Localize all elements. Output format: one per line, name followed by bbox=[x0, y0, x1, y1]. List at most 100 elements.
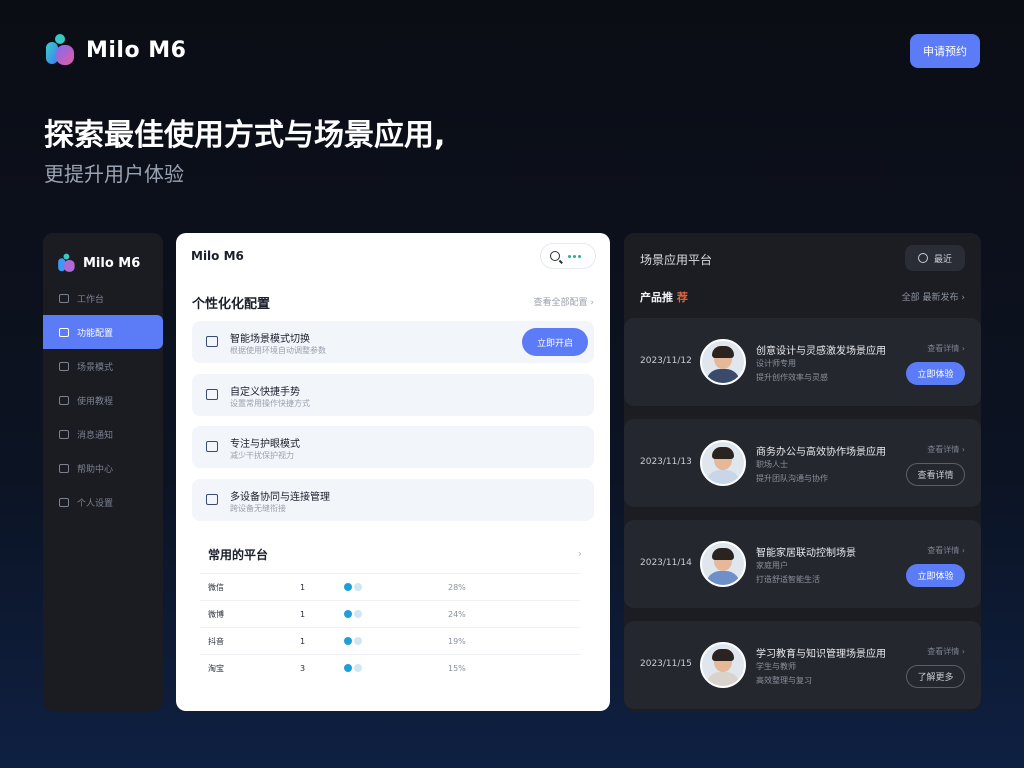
platform-share: 24% bbox=[448, 609, 466, 619]
recommend-links[interactable]: 全部 最新发布 › bbox=[902, 290, 965, 303]
card-desc: 提升创作效率与灵感 bbox=[756, 373, 828, 382]
avatar-hair bbox=[712, 447, 734, 459]
chevron-right-icon[interactable]: › bbox=[578, 547, 582, 560]
time-filter-button[interactable]: 最近 bbox=[905, 245, 965, 271]
view-all-config-link[interactable]: 查看全部配置 › bbox=[534, 295, 594, 308]
card-tag: 家庭用户 bbox=[756, 561, 788, 570]
card-desc: 打造舒适智能生活 bbox=[756, 575, 820, 584]
table-row[interactable]: 微信 1 28% bbox=[200, 573, 580, 600]
sidebar-menu: 工作台功能配置场景模式使用教程消息通知帮助中心个人设置 bbox=[43, 281, 163, 519]
card-detail-link[interactable]: 查看详情 › bbox=[927, 444, 965, 455]
sidebar: Milo M6 工作台功能配置场景模式使用教程消息通知帮助中心个人设置 bbox=[43, 233, 163, 711]
sidebar-item-label: 功能配置 bbox=[77, 328, 114, 339]
menu-icon bbox=[59, 429, 69, 439]
avatar bbox=[700, 642, 746, 688]
config-card[interactable]: 智能场景模式切换 根据使用环境自动调整参数 立即开启 bbox=[192, 321, 594, 363]
scene-card[interactable]: 2023/11/15 学习教育与知识管理场景应用 学生与教师 高效整理与复习 查看详情 … bbox=[624, 621, 981, 709]
status-dot-icon bbox=[354, 610, 362, 618]
avatar bbox=[700, 440, 746, 486]
more-icon[interactable] bbox=[568, 254, 582, 258]
config-icon bbox=[206, 389, 218, 400]
avatar-hair bbox=[712, 346, 734, 358]
avatar-hair bbox=[712, 649, 734, 661]
platform-share: 28% bbox=[448, 582, 466, 592]
table-row[interactable]: 淘宝 3 15% bbox=[200, 654, 580, 681]
platform-status-dots bbox=[344, 610, 448, 618]
status-dot-icon bbox=[354, 637, 362, 645]
platform-table: 微信 1 28% 微博 1 24% 抖音 1 19% 淘宝 3 15% bbox=[200, 573, 580, 681]
card-title: 学习教育与知识管理场景应用 bbox=[756, 649, 886, 660]
card-tag: 设计师专用 bbox=[756, 359, 796, 368]
status-dot-icon bbox=[354, 664, 362, 672]
config-icon bbox=[206, 494, 218, 505]
milo-logo-icon bbox=[58, 253, 75, 272]
avatar bbox=[700, 339, 746, 385]
sidebar-brand[interactable]: Milo M6 bbox=[43, 233, 163, 279]
card-action-button[interactable]: 了解更多 bbox=[906, 665, 965, 688]
card-title: 商务办公与高效协作场景应用 bbox=[756, 447, 886, 458]
sidebar-item[interactable]: 工作台 bbox=[43, 281, 163, 315]
enable-button[interactable]: 立即开启 bbox=[522, 328, 588, 356]
card-detail-link[interactable]: 查看详情 › bbox=[927, 646, 965, 657]
scene-card[interactable]: 2023/11/12 创意设计与灵感激发场景应用 设计师专用 提升创作效率与灵感 查看详… bbox=[624, 318, 981, 406]
card-detail-link[interactable]: 查看详情 › bbox=[927, 343, 965, 354]
card-action-button[interactable]: 查看详情 bbox=[906, 463, 965, 486]
config-desc: 减少干扰保护视力 bbox=[230, 451, 294, 460]
scene-card[interactable]: 2023/11/14 智能家居联动控制场景 家庭用户 打造舒适智能生活 查看详情 › 立即… bbox=[624, 520, 981, 608]
table-row[interactable]: 微博 1 24% bbox=[200, 600, 580, 627]
time-filter-label: 最近 bbox=[933, 253, 952, 264]
sidebar-item-label: 帮助中心 bbox=[77, 464, 114, 475]
card-detail-link[interactable]: 查看详情 › bbox=[927, 545, 965, 556]
card-tag: 职场人士 bbox=[756, 460, 788, 469]
table-row[interactable]: 抖音 1 19% bbox=[200, 627, 580, 654]
config-card[interactable]: 专注与护眼模式 减少干扰保护视力 bbox=[192, 426, 594, 468]
sidebar-item[interactable]: 场景模式 bbox=[43, 349, 163, 383]
config-title: 智能场景模式切换 bbox=[230, 334, 310, 345]
search-icon[interactable] bbox=[550, 251, 560, 261]
platform-name: 淘宝 bbox=[208, 663, 224, 673]
apply-button[interactable]: 申请预约 bbox=[910, 34, 980, 68]
menu-icon bbox=[59, 327, 69, 337]
config-desc: 设置常用操作快捷方式 bbox=[230, 399, 310, 408]
platform-count: 3 bbox=[300, 663, 306, 673]
config-desc: 跨设备无缝衔接 bbox=[230, 504, 286, 513]
sidebar-item[interactable]: 使用教程 bbox=[43, 383, 163, 417]
card-action-button[interactable]: 立即体验 bbox=[906, 362, 965, 385]
sidebar-item-label: 场景模式 bbox=[77, 362, 114, 373]
avatar-body bbox=[706, 369, 740, 383]
config-card[interactable]: 多设备协同与连接管理 跨设备无缝衔接 bbox=[192, 479, 594, 521]
milo-logo-icon bbox=[46, 34, 74, 65]
avatar-body bbox=[706, 470, 740, 484]
recommend-title: 产品推 荐 bbox=[640, 291, 688, 304]
platform-count: 1 bbox=[300, 609, 306, 619]
menu-icon bbox=[59, 463, 69, 473]
config-title: 专注与护眼模式 bbox=[230, 439, 300, 450]
platform-name: 微信 bbox=[208, 582, 224, 592]
sidebar-item[interactable]: 帮助中心 bbox=[43, 451, 163, 485]
config-title: 自定义快捷手势 bbox=[230, 387, 300, 398]
platform-name: 抖音 bbox=[208, 636, 224, 646]
menu-icon bbox=[59, 395, 69, 405]
sidebar-item[interactable]: 消息通知 bbox=[43, 417, 163, 451]
panel-tools[interactable] bbox=[540, 243, 596, 269]
brand-name: Milo M6 bbox=[86, 37, 187, 63]
sidebar-item[interactable]: 功能配置 bbox=[43, 315, 163, 349]
status-dot-icon bbox=[344, 664, 352, 672]
sidebar-item[interactable]: 个人设置 bbox=[43, 485, 163, 519]
platform-count: 1 bbox=[300, 582, 306, 592]
platform-name: 微博 bbox=[208, 609, 224, 619]
platform-share: 15% bbox=[448, 663, 466, 673]
card-desc: 高效整理与复习 bbox=[756, 676, 812, 685]
avatar-body bbox=[706, 571, 740, 585]
card-desc: 提升团队沟通与协作 bbox=[756, 474, 828, 483]
scene-panel-title: 场景应用平台 bbox=[640, 253, 713, 267]
scene-card[interactable]: 2023/11/13 商务办公与高效协作场景应用 职场人士 提升团队沟通与协作 查看详情… bbox=[624, 419, 981, 507]
sidebar-item-label: 个人设置 bbox=[77, 498, 114, 509]
sidebar-item-label: 使用教程 bbox=[77, 396, 114, 407]
sidebar-brand-name: Milo M6 bbox=[83, 255, 141, 271]
avatar-hair bbox=[712, 548, 734, 560]
config-card[interactable]: 自定义快捷手势 设置常用操作快捷方式 bbox=[192, 374, 594, 416]
brand[interactable]: Milo M6 bbox=[44, 32, 186, 68]
platform-status-dots bbox=[344, 637, 448, 645]
card-action-button[interactable]: 立即体验 bbox=[906, 564, 965, 587]
